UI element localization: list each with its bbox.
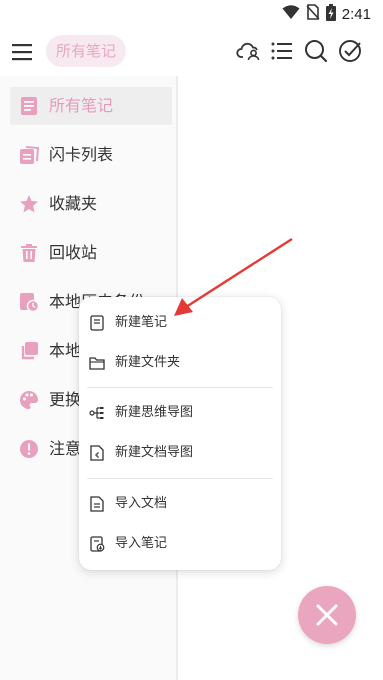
sidebar-item-all-notes[interactable]: 所有笔记 — [10, 87, 172, 125]
menu-divider — [87, 478, 273, 479]
top-bar: 所有笔记 — [0, 28, 383, 76]
sidebar-item-label: 注意 — [49, 439, 82, 458]
sidebar-item-label: 更换 — [49, 390, 82, 409]
menu-item-label: 新建思维导图 — [115, 405, 194, 420]
no-sim-icon — [306, 4, 320, 24]
menu-item-import-doc[interactable]: 导入文档 — [79, 484, 281, 524]
folder-icon — [89, 355, 105, 371]
close-fab-button[interactable] — [298, 586, 356, 644]
sidebar-item-label: 本地 — [49, 341, 82, 360]
flashcard-icon — [19, 145, 40, 165]
new-item-menu: 新建笔记 新建文件夹 新建思维导图 新建文档导图 导入文档 导入笔记 — [79, 297, 281, 570]
history-icon — [19, 292, 40, 313]
sidebar-item-label: 所有笔记 — [49, 96, 114, 115]
wifi-icon — [282, 4, 300, 24]
menu-item-new-note[interactable]: 新建笔记 — [79, 303, 281, 343]
menu-item-label: 新建文件夹 — [115, 355, 181, 370]
menu-item-label: 导入笔记 — [115, 536, 168, 551]
cloud-user-icon[interactable] — [236, 38, 262, 64]
menu-item-new-folder[interactable]: 新建文件夹 — [79, 343, 281, 383]
note-icon — [19, 96, 39, 116]
trash-icon — [19, 243, 39, 263]
check-circle-icon[interactable] — [338, 38, 364, 64]
alert-icon — [19, 439, 39, 459]
status-icons: 2:41 — [282, 3, 371, 25]
menu-item-label: 新建文档导图 — [115, 445, 194, 460]
status-bar: 2:41 — [0, 0, 383, 28]
copy-icon — [19, 341, 39, 361]
sidebar-item-trash[interactable]: 回收站 — [10, 234, 172, 272]
star-icon — [19, 194, 39, 214]
battery-charging-icon — [325, 3, 336, 25]
import-note-icon — [89, 536, 105, 552]
sidebar-item-label: 收藏夹 — [49, 194, 98, 213]
doc-mindmap-icon — [89, 445, 105, 461]
menu-divider — [87, 387, 273, 388]
mindmap-icon — [89, 405, 105, 421]
list-icon[interactable] — [269, 38, 295, 64]
menu-icon[interactable] — [10, 40, 34, 64]
menu-item-new-mindmap[interactable]: 新建思维导图 — [79, 393, 281, 433]
menu-item-import-note[interactable]: 导入笔记 — [79, 524, 281, 564]
palette-icon — [19, 390, 39, 410]
page-title[interactable]: 所有笔记 — [46, 35, 127, 67]
search-icon[interactable] — [303, 38, 329, 64]
import-doc-icon — [89, 496, 105, 512]
note-outline-icon — [89, 315, 105, 331]
menu-item-label: 导入文档 — [115, 496, 168, 511]
sidebar-item-flashcards[interactable]: 闪卡列表 — [10, 136, 172, 174]
status-time: 2:41 — [341, 5, 371, 23]
sidebar-item-label: 回收站 — [49, 243, 98, 262]
menu-item-new-doc-mindmap[interactable]: 新建文档导图 — [79, 433, 281, 473]
sidebar-item-favorites[interactable]: 收藏夹 — [10, 185, 172, 223]
menu-item-label: 新建笔记 — [115, 315, 168, 330]
sidebar-item-label: 闪卡列表 — [49, 145, 114, 164]
